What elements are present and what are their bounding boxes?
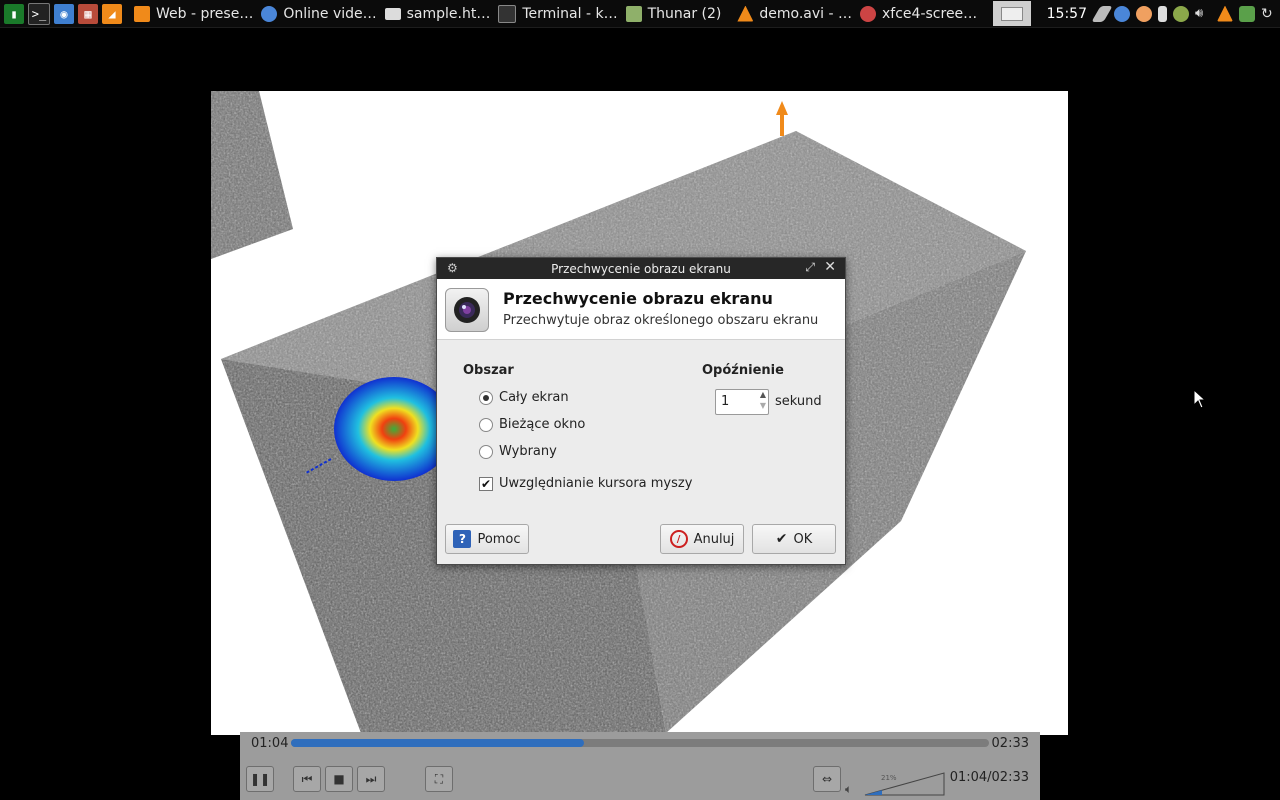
elapsed-time: 01:04	[251, 736, 289, 751]
dialog-window-title: Przechwycenie obrazu ekranu	[551, 261, 731, 276]
increment-arrow-icon[interactable]: ▲	[760, 390, 766, 399]
screenshot-dialog: ⚙ Przechwycenie obrazu ekranu ⤢ ✕ Przech…	[436, 257, 846, 565]
chromium-launcher-icon[interactable]: ◉	[54, 3, 74, 24]
radio-label: Cały ekran	[499, 390, 569, 405]
radio-full-screen[interactable]: Cały ekran	[479, 390, 569, 405]
web-icon	[134, 5, 150, 22]
task-label: Terminal - k…	[522, 5, 618, 22]
seek-bar[interactable]	[291, 739, 989, 747]
toolbox-launcher-icon[interactable]: ▦	[78, 3, 98, 24]
chromium-icon	[261, 5, 278, 22]
seek-progress	[291, 739, 585, 747]
include-cursor-checkbox[interactable]: ✔ Uwzględnianie kursora myszy	[479, 476, 692, 491]
help-button[interactable]: ? Pomoc	[445, 524, 529, 554]
task-label: Thunar (2)	[647, 5, 722, 22]
volume-icon[interactable]: 🔊︎	[1195, 6, 1211, 22]
window-menu-icon[interactable]: ⚙	[447, 261, 458, 275]
total-time: 02:33	[991, 736, 1029, 751]
checkbox[interactable]: ✔	[479, 476, 493, 491]
task-label: demo.avi - …	[759, 5, 853, 22]
delay-spinbutton[interactable]: 1 ▲ ▼	[715, 389, 769, 415]
settings-tray-icon[interactable]	[1173, 5, 1189, 22]
task-sample-html[interactable]: sample.ht…	[381, 0, 495, 27]
screenshooter-icon	[860, 5, 877, 22]
rss-launcher-icon[interactable]: ◢	[102, 3, 122, 24]
volume-icon[interactable]: 🔈︎	[845, 782, 852, 797]
task-label: Online vide…	[283, 5, 377, 22]
terminal-icon	[498, 4, 517, 23]
delay-value: 1	[721, 394, 730, 409]
dialog-title: Przechwycenie obrazu ekranu	[503, 289, 773, 308]
ok-button[interactable]: ✔ OK	[752, 524, 836, 554]
redshift-icon[interactable]	[1136, 5, 1152, 22]
cancel-label: Anuluj	[693, 531, 735, 547]
radio-button[interactable]	[479, 390, 493, 405]
network-icon[interactable]	[1239, 5, 1255, 22]
help-label: Pomoc	[477, 531, 521, 547]
pause-button[interactable]: ❚❚	[246, 766, 274, 792]
dialog-titlebar[interactable]: ⚙ Przechwycenie obrazu ekranu ⤢ ✕	[437, 258, 845, 279]
pen-icon[interactable]	[1091, 5, 1113, 22]
ok-label: OK	[793, 531, 813, 547]
radio-button[interactable]	[479, 444, 493, 459]
delay-unit: sekund	[775, 394, 822, 409]
task-thunar[interactable]: Thunar (2)	[622, 0, 726, 27]
delay-section-title: Opóźnienie	[702, 363, 784, 378]
volume-slider[interactable]	[864, 772, 946, 796]
task-label: xfce4-scree…	[882, 5, 978, 22]
folder-icon	[625, 5, 642, 22]
aspect-ratio-button[interactable]: ⇔	[813, 766, 841, 792]
apps-menu-icon[interactable]: ▮	[4, 3, 24, 24]
task-label: sample.ht…	[406, 5, 491, 22]
player-controls: 01:04 02:33 ❚❚ ⏮︎ ■ ⏭︎ ⛶ ⇔ 🔈︎ 21% 01:04/…	[240, 732, 1040, 800]
task-online-video[interactable]: Online vide…	[257, 0, 380, 27]
task-vlc-demo[interactable]: demo.avi - …	[733, 0, 856, 27]
refresh-icon[interactable]: ↻	[1261, 6, 1277, 22]
cancel-button[interactable]: / Anuluj	[660, 524, 744, 554]
radio-label: Bieżące okno	[499, 417, 586, 432]
radio-select-region[interactable]: Wybrany	[479, 444, 557, 459]
system-tray: 15:57 🔊︎ ↻	[1047, 0, 1280, 27]
task-screenshooter[interactable]: xfce4-scree…	[856, 0, 981, 27]
mouse-cursor-icon	[1193, 389, 1207, 409]
checkmark-icon: ✔	[775, 531, 788, 547]
previous-button[interactable]: ⏮︎	[293, 766, 321, 792]
maximize-icon[interactable]: ⤢	[805, 260, 815, 275]
vlc-icon	[737, 5, 754, 22]
battery-icon[interactable]	[1158, 5, 1167, 22]
volume-percent: 21%	[881, 774, 897, 782]
task-label: Web - prese…	[156, 5, 254, 22]
task-web[interactable]: Web - prese…	[130, 0, 257, 27]
top-panel: ▮ >_ ◉ ▦ ◢ Web - prese… Online vide… sam…	[0, 0, 1280, 28]
dialog-subtitle: Przechwytuje obraz określonego obszaru e…	[503, 313, 819, 328]
clock[interactable]: 15:57	[1047, 6, 1087, 22]
dialog-header: Przechwycenie obrazu ekranu Przechwytuje…	[437, 279, 845, 340]
camera-icon	[445, 288, 489, 332]
fullscreen-button[interactable]: ⛶	[425, 766, 453, 792]
radio-current-window[interactable]: Bieżące okno	[479, 417, 585, 432]
next-button[interactable]: ⏭︎	[357, 766, 385, 792]
vlc-tray-icon[interactable]	[1217, 5, 1233, 22]
radio-button[interactable]	[479, 417, 493, 432]
task-active-window[interactable]	[993, 1, 1032, 26]
checkbox-label: Uwzględnianie kursora myszy	[499, 476, 693, 491]
chromium-tray-icon[interactable]	[1114, 5, 1130, 22]
stop-button[interactable]: ■	[325, 766, 353, 792]
cancel-icon: /	[669, 530, 688, 548]
terminal-launcher-icon[interactable]: >_	[28, 2, 50, 25]
time-display: 01:04/02:33	[949, 770, 1029, 785]
area-section-title: Obszar	[463, 363, 514, 378]
close-icon[interactable]: ✕	[824, 259, 836, 275]
document-icon	[384, 7, 401, 20]
help-icon: ?	[453, 530, 472, 548]
radio-label: Wybrany	[499, 444, 557, 459]
task-terminal[interactable]: Terminal - k…	[494, 0, 621, 27]
decrement-arrow-icon[interactable]: ▼	[760, 401, 766, 410]
